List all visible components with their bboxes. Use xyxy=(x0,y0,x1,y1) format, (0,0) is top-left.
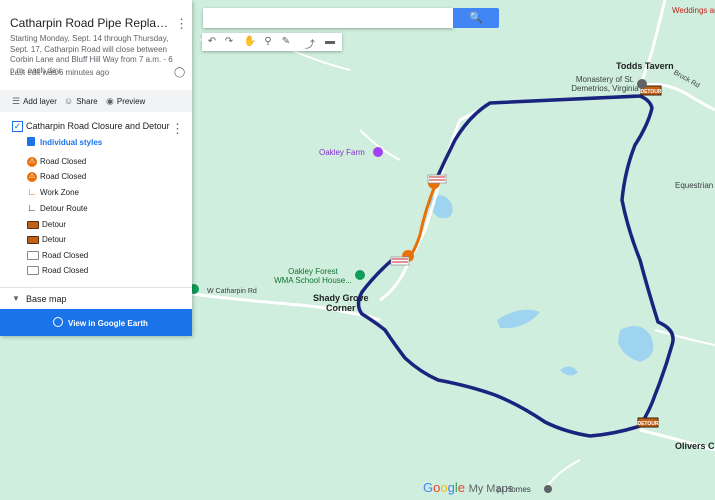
panel-actions: ☰ Add layer ☺ Share ◉ Preview xyxy=(0,90,192,112)
equestrian-label: Equestrian xyxy=(675,181,714,190)
oakley-farm-label: Oakley Farm xyxy=(319,148,365,157)
search-input[interactable] xyxy=(203,8,453,28)
share-button[interactable]: ☺ Share xyxy=(64,96,98,106)
view-in-google-earth-button[interactable]: View in Google Earth xyxy=(0,309,192,336)
homes-pin xyxy=(544,485,552,493)
legend-item[interactable]: Road Closed xyxy=(27,265,88,277)
work-zone-line-icon: ∟ xyxy=(27,186,37,198)
legend-item[interactable]: ⚠ Road Closed xyxy=(27,156,86,168)
detour-sign-icon xyxy=(27,235,39,244)
visibility-icon[interactable]: ◯ xyxy=(174,67,185,78)
search-button[interactable]: 🔍 xyxy=(453,8,499,28)
eye-icon: ◉ xyxy=(106,96,114,106)
detour-sign-marker-2[interactable]: DETOUR xyxy=(637,417,659,428)
todds-tavern-label: Todds Tavern xyxy=(616,61,674,71)
monastery-label: Monastery of St. Demetrios, Virginia xyxy=(571,75,639,93)
layer-title[interactable]: Catharpin Road Closure and Detour xyxy=(26,121,170,131)
measure-icon[interactable]: ▬ xyxy=(322,36,338,47)
pan-hand-icon[interactable]: ✋ xyxy=(242,36,258,47)
shady-grove-corner-label: Shady Grove Corner xyxy=(313,293,369,313)
legend-item[interactable]: Detour xyxy=(27,234,66,246)
svg-text:DETOUR: DETOUR xyxy=(637,421,658,427)
earth-icon xyxy=(53,317,63,327)
barrier-icon xyxy=(27,251,39,261)
map-title[interactable]: Catharpin Road Pipe Replacement... xyxy=(10,16,170,30)
add-marker-icon[interactable]: ⚲ xyxy=(260,36,276,47)
redo-icon[interactable]: ↷ xyxy=(221,36,237,47)
map-toolbar: ↶ ↷ ✋ ⚲ ✎ ⤴ ▬ xyxy=(202,33,342,51)
weddings-label: Weddings and F xyxy=(672,6,715,15)
detour-route-line-icon: ∟ xyxy=(27,202,37,214)
legend-item[interactable]: Road Closed xyxy=(27,250,88,262)
barrier-icon xyxy=(27,266,39,276)
search-icon: 🔍 xyxy=(469,12,483,24)
divider xyxy=(0,287,192,288)
chevron-down-icon[interactable]: ▼ xyxy=(12,294,20,303)
layer-checkbox[interactable]: ✓ xyxy=(12,121,23,132)
last-edit-text: Last edit was 6 minutes ago xyxy=(10,68,110,77)
legend-item[interactable]: Detour xyxy=(27,219,66,231)
map-legend-panel: Catharpin Road Pipe Replacement... ⋮ Sta… xyxy=(0,0,192,336)
olivers-label: Olivers C xyxy=(675,441,715,451)
layer-more-icon[interactable]: ⋮ xyxy=(171,122,184,135)
oakley-forest-label: Oakley Forest WMA School House... xyxy=(274,267,352,285)
legend-item[interactable]: ∟ Work Zone xyxy=(27,187,79,199)
person-add-icon: ☺ xyxy=(64,96,74,106)
preview-button[interactable]: ◉ Preview xyxy=(106,96,145,107)
add-layer-button[interactable]: ☰ Add layer xyxy=(12,96,57,107)
draw-line-icon[interactable]: ✎ xyxy=(278,36,294,47)
oakley-farm-pin xyxy=(373,147,383,157)
legend-item[interactable]: ∟ Detour Route xyxy=(27,203,88,215)
title-more-icon[interactable]: ⋮ xyxy=(175,17,188,30)
detour-sign-icon xyxy=(27,220,39,229)
base-map-toggle[interactable]: Base map xyxy=(26,294,67,304)
google-my-maps-logo: Google My Maps xyxy=(423,480,514,495)
w-catharpin-rd-label: W Catharpin Rd xyxy=(207,288,257,295)
individual-styles-link[interactable]: Individual styles xyxy=(40,138,102,147)
road-closed-icon: ⚠ xyxy=(27,156,37,167)
directions-icon[interactable]: ⤴ xyxy=(302,36,318,51)
layers-icon: ☰ xyxy=(12,96,21,106)
legend-item[interactable]: ⚠ Road Closed xyxy=(27,171,86,183)
paint-roller-icon xyxy=(27,137,35,146)
undo-icon[interactable]: ↶ xyxy=(204,36,220,47)
road-closed-icon: ⚠ xyxy=(27,171,37,182)
